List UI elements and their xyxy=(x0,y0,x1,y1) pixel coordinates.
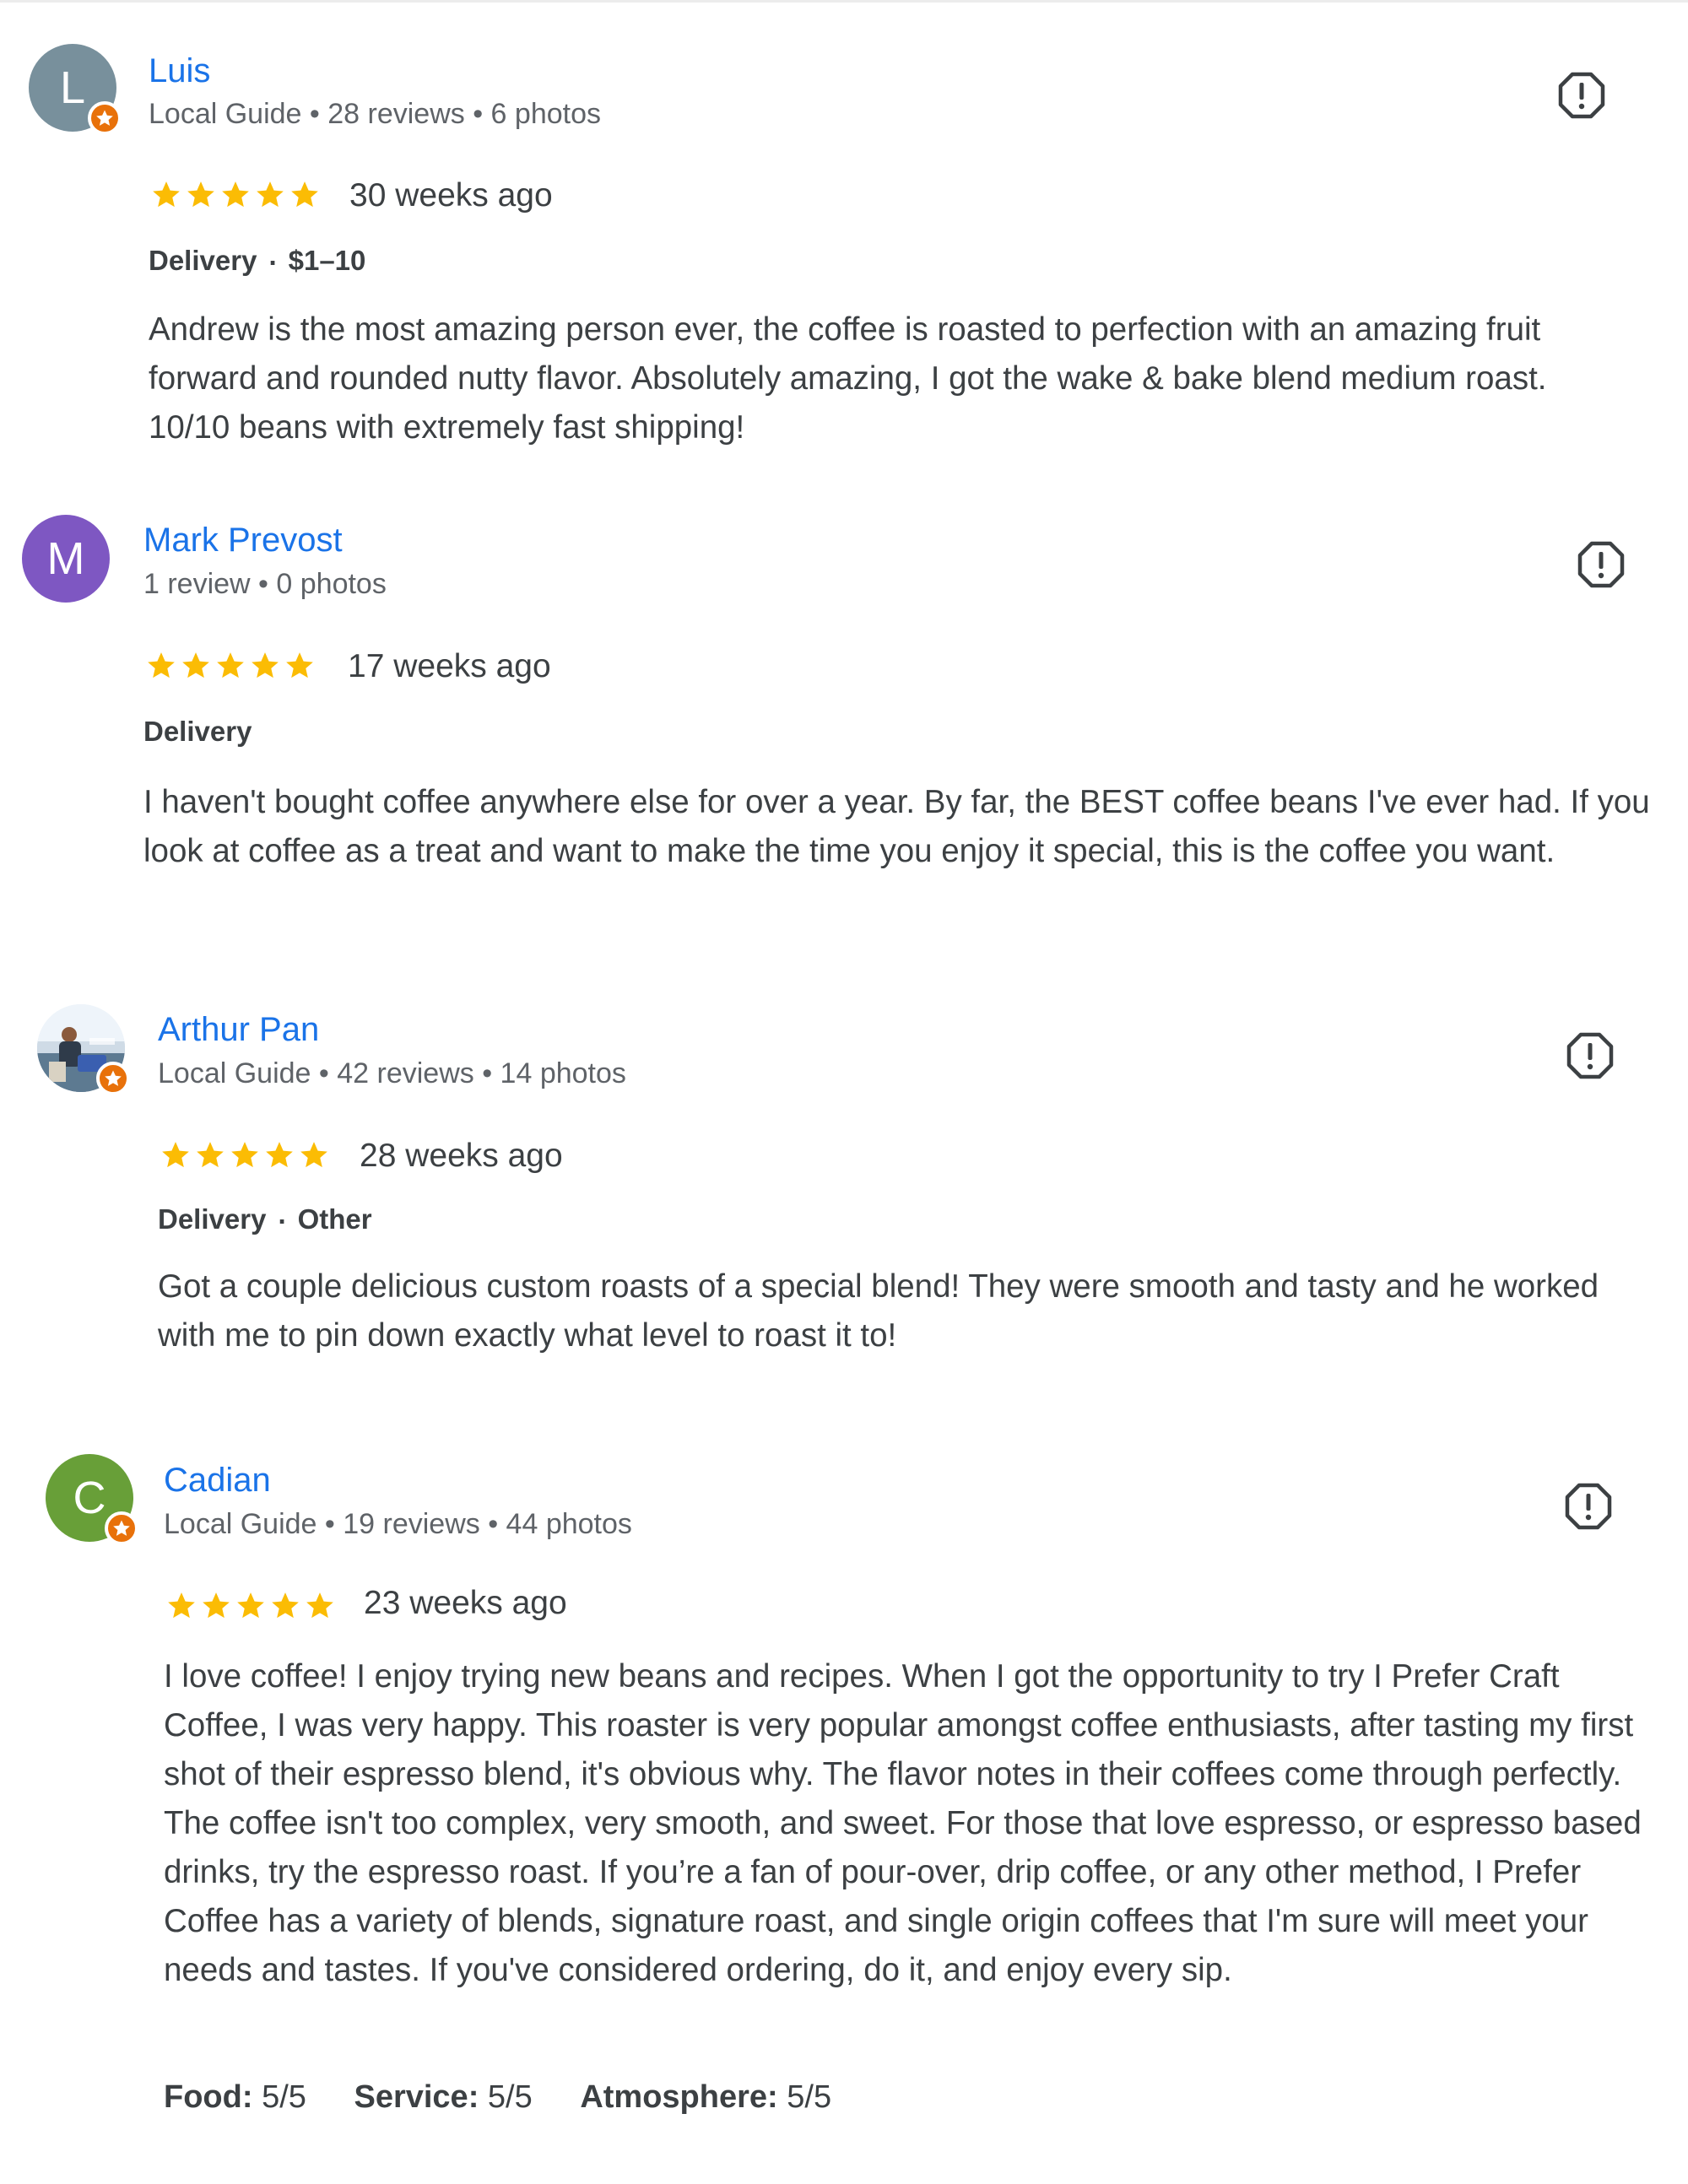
attribute-atmosphere: Atmosphere: 5/5 xyxy=(580,2079,831,2115)
attribute-label: Food: xyxy=(164,2079,253,2115)
star-icon xyxy=(148,652,175,678)
star-icon xyxy=(291,181,318,208)
avatar[interactable]: C xyxy=(46,1454,138,1545)
reviewer-meta[interactable]: Local Guide • 19 reviews • 44 photos xyxy=(164,1510,632,1538)
star-icon xyxy=(272,1592,299,1619)
attribute-label: Atmosphere: xyxy=(580,2079,778,2115)
star-icon xyxy=(197,1142,224,1168)
report-flag-icon[interactable] xyxy=(1557,71,1606,120)
star-icon xyxy=(182,652,209,678)
tag-separator: . xyxy=(268,240,277,271)
review-date: 23 weeks ago xyxy=(364,1585,567,1621)
local-guide-star-icon xyxy=(88,101,122,135)
attribute-value: 5/5 xyxy=(787,2079,832,2115)
review-date: 17 weeks ago xyxy=(348,648,551,684)
star-icon xyxy=(300,1142,327,1168)
attribute-value: 5/5 xyxy=(262,2079,306,2115)
tag: $1–10 xyxy=(288,245,366,276)
top-divider xyxy=(0,0,1688,3)
star-icon xyxy=(203,1592,230,1619)
star-icon xyxy=(257,181,284,208)
star-rating xyxy=(165,1590,336,1622)
tag: Other xyxy=(297,1203,372,1235)
avatar[interactable] xyxy=(37,1004,130,1095)
tag-separator: . xyxy=(278,1198,286,1230)
star-rating xyxy=(160,1139,330,1171)
reviewer-name[interactable]: Luis xyxy=(149,54,210,88)
review-text: Andrew is the most amazing person ever, … xyxy=(149,311,1547,446)
reviewer-meta[interactable]: Local Guide • 42 reviews • 14 photos xyxy=(158,1059,626,1088)
review-text: Got a couple delicious custom roasts of … xyxy=(158,1268,1599,1354)
avatar[interactable]: L xyxy=(29,44,122,135)
tag: Delivery xyxy=(143,716,252,747)
review-tags: Delivery. Other xyxy=(158,1200,372,1235)
review-text: I love coffee! I enjoy trying new beans … xyxy=(164,1658,1642,1988)
local-guide-star-icon xyxy=(96,1062,130,1095)
star-rating xyxy=(150,179,321,211)
star-icon xyxy=(162,1142,189,1168)
star-icon xyxy=(168,1592,195,1619)
report-flag-icon[interactable] xyxy=(1564,1482,1613,1531)
reviewer-name[interactable]: Mark Prevost xyxy=(143,523,343,557)
star-icon xyxy=(153,181,180,208)
star-rating xyxy=(145,650,316,682)
avatar-letter: M xyxy=(46,533,85,584)
star-icon xyxy=(306,1592,333,1619)
tag: Delivery xyxy=(149,245,257,276)
reviewer-name[interactable]: Cadian xyxy=(164,1463,271,1497)
attribute-food: Food: 5/5 xyxy=(164,2079,306,2115)
star-icon xyxy=(187,181,214,208)
review-date: 28 weeks ago xyxy=(360,1138,563,1174)
reviewer-meta[interactable]: 1 review • 0 photos xyxy=(143,570,387,598)
review-tags: Delivery. $1–10 xyxy=(149,241,366,276)
local-guide-star-icon xyxy=(105,1511,138,1545)
star-icon xyxy=(252,652,279,678)
report-flag-icon[interactable] xyxy=(1577,540,1626,589)
review-tags: Delivery xyxy=(143,717,252,745)
avatar-letter: L xyxy=(59,62,86,113)
star-icon xyxy=(231,1142,258,1168)
reviewer-meta[interactable]: Local Guide • 28 reviews • 6 photos xyxy=(149,100,601,128)
report-flag-icon[interactable] xyxy=(1566,1031,1615,1080)
avatar-letter: C xyxy=(73,1473,106,1523)
attribute-label: Service: xyxy=(354,2079,479,2115)
review-text: I haven't bought coffee anywhere else fo… xyxy=(143,784,1650,869)
star-icon xyxy=(286,652,313,678)
attribute-service: Service: 5/5 xyxy=(354,2079,532,2115)
attribute-value: 5/5 xyxy=(487,2079,533,2115)
star-icon xyxy=(266,1142,293,1168)
star-icon xyxy=(237,1592,264,1619)
reviewer-name[interactable]: Arthur Pan xyxy=(158,1013,319,1046)
star-icon xyxy=(217,652,244,678)
tag: Delivery xyxy=(158,1203,267,1235)
review-date: 30 weeks ago xyxy=(349,177,553,214)
avatar[interactable]: M xyxy=(22,515,110,603)
review-attributes: Food: 5/5 Service: 5/5 Atmosphere: 5/5 xyxy=(164,2081,870,2113)
star-icon xyxy=(222,181,249,208)
